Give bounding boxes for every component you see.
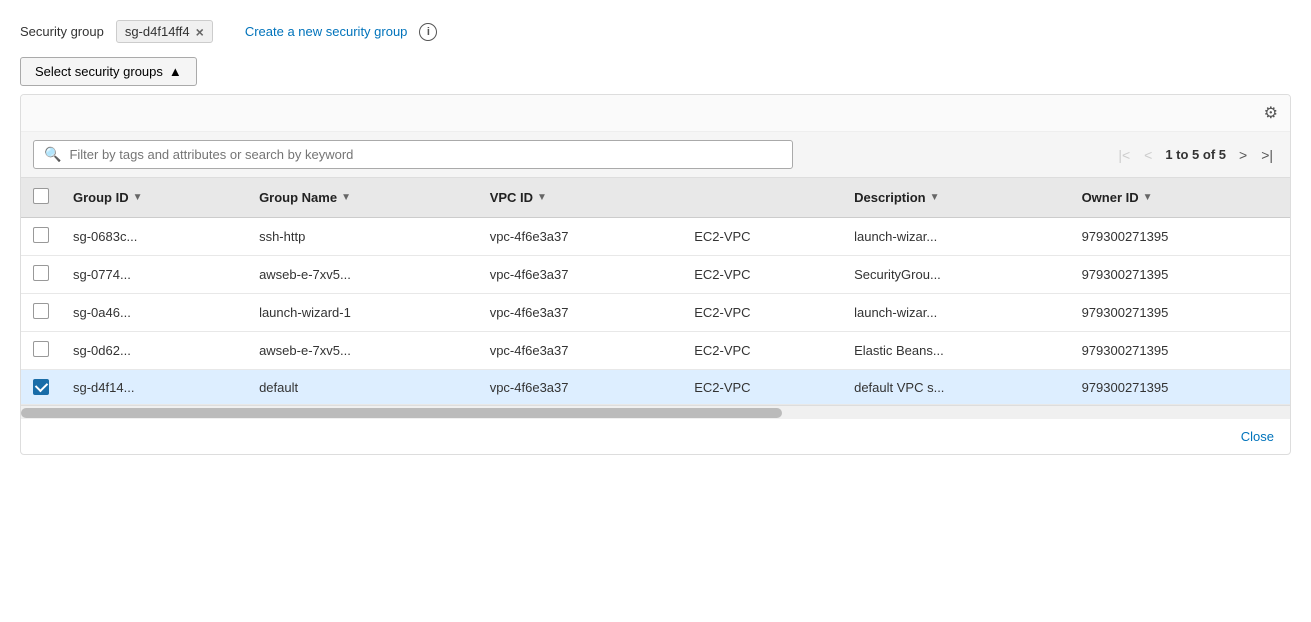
row-checkbox[interactable] (33, 303, 49, 319)
cell-group_id: sg-0d62... (61, 332, 247, 370)
gear-icon[interactable]: ⚙ (1264, 103, 1278, 123)
pagination-last-button[interactable]: >| (1256, 146, 1278, 164)
table-container: Group ID ▼ Group Name ▼ VPC ID ▼ (21, 178, 1290, 405)
select-all-checkbox[interactable] (33, 188, 49, 204)
cell-owner_id: 979300271395 (1070, 294, 1290, 332)
cell-owner_id: 979300271395 (1070, 332, 1290, 370)
col-header-vpc-id[interactable]: VPC ID ▼ (478, 178, 683, 218)
close-button[interactable]: Close (1241, 429, 1274, 444)
sort-vpc-id-icon: ▼ (537, 192, 547, 203)
cell-group_name: default (247, 370, 478, 405)
sort-group-name-icon: ▼ (341, 192, 351, 203)
create-security-group-link[interactable]: Create a new security group (245, 24, 408, 39)
cell-vpc_id: vpc-4f6e3a37 (478, 256, 683, 294)
cell-description: default VPC s... (842, 370, 1069, 405)
cell-vpc_id: vpc-4f6e3a37 (478, 294, 683, 332)
select-button-row: Select security groups ▲ (20, 57, 1291, 86)
col-header-vpc-type (682, 178, 842, 218)
col-header-owner-id[interactable]: Owner ID ▼ (1070, 178, 1290, 218)
cell-description: SecurityGrou... (842, 256, 1069, 294)
security-groups-panel: ⚙ 🔍 |< < 1 to 5 of 5 > >| (20, 94, 1291, 455)
row-checkbox-cell[interactable] (21, 370, 61, 405)
row-checkbox[interactable] (33, 227, 49, 243)
select-btn-label: Select security groups (35, 64, 163, 79)
header-checkbox-cell[interactable] (21, 178, 61, 218)
row-checkbox-cell[interactable] (21, 332, 61, 370)
cell-group_id: sg-d4f14... (61, 370, 247, 405)
col-header-group-id[interactable]: Group ID ▼ (61, 178, 247, 218)
security-group-label: Security group (20, 24, 104, 39)
table-row[interactable]: sg-0683c...ssh-httpvpc-4f6e3a37EC2-VPCla… (21, 218, 1290, 256)
row-checkbox[interactable] (33, 265, 49, 281)
sort-group-id-icon: ▼ (133, 192, 143, 203)
table-row[interactable]: sg-0d62...awseb-e-7xv5...vpc-4f6e3a37EC2… (21, 332, 1290, 370)
pagination-text: 1 to 5 of 5 (1165, 147, 1226, 162)
cell-description: launch-wizar... (842, 294, 1069, 332)
info-icon[interactable]: i (419, 23, 437, 41)
pagination-first-button[interactable]: |< (1113, 146, 1135, 164)
tag-remove-icon[interactable]: × (196, 25, 204, 39)
cell-vpc_type: EC2-VPC (682, 370, 842, 405)
sort-owner-id-icon: ▼ (1143, 192, 1153, 203)
cell-vpc_id: vpc-4f6e3a37 (478, 370, 683, 405)
cell-vpc_type: EC2-VPC (682, 218, 842, 256)
cell-group_name: awseb-e-7xv5... (247, 256, 478, 294)
select-security-groups-button[interactable]: Select security groups ▲ (20, 57, 197, 86)
cell-owner_id: 979300271395 (1070, 370, 1290, 405)
panel-footer: Close (21, 419, 1290, 454)
col-header-group-name[interactable]: Group Name ▼ (247, 178, 478, 218)
table-row[interactable]: sg-0774...awseb-e-7xv5...vpc-4f6e3a37EC2… (21, 256, 1290, 294)
security-groups-table: Group ID ▼ Group Name ▼ VPC ID ▼ (21, 178, 1290, 405)
tag-value: sg-d4f14ff4 (125, 24, 190, 39)
cell-group_id: sg-0774... (61, 256, 247, 294)
row-checkbox-cell[interactable] (21, 294, 61, 332)
cell-group_name: ssh-http (247, 218, 478, 256)
security-group-tag[interactable]: sg-d4f14ff4 × (116, 20, 213, 43)
row-checkbox-cell[interactable] (21, 218, 61, 256)
row-checkbox[interactable] (33, 341, 49, 357)
cell-group_name: awseb-e-7xv5... (247, 332, 478, 370)
row-checkbox-cell[interactable] (21, 256, 61, 294)
cell-group_name: launch-wizard-1 (247, 294, 478, 332)
cell-vpc_type: EC2-VPC (682, 294, 842, 332)
chevron-up-icon: ▲ (169, 64, 182, 79)
search-input[interactable] (69, 147, 782, 162)
search-row: 🔍 |< < 1 to 5 of 5 > >| (21, 132, 1290, 178)
cell-description: Elastic Beans... (842, 332, 1069, 370)
table-row[interactable]: sg-0a46...launch-wizard-1vpc-4f6e3a37EC2… (21, 294, 1290, 332)
table-row[interactable]: sg-d4f14...defaultvpc-4f6e3a37EC2-VPCdef… (21, 370, 1290, 405)
header-row: Security group sg-d4f14ff4 × Create a ne… (20, 20, 1291, 43)
cell-vpc_type: EC2-VPC (682, 332, 842, 370)
cell-vpc_id: vpc-4f6e3a37 (478, 218, 683, 256)
horizontal-scrollbar[interactable] (21, 405, 1290, 419)
pagination-prev-button[interactable]: < (1139, 146, 1157, 164)
search-icon: 🔍 (44, 146, 61, 163)
cell-description: launch-wizar... (842, 218, 1069, 256)
search-box[interactable]: 🔍 (33, 140, 793, 169)
pagination-next-button[interactable]: > (1234, 146, 1252, 164)
cell-group_id: sg-0a46... (61, 294, 247, 332)
col-header-description[interactable]: Description ▼ (842, 178, 1069, 218)
table-header-row: Group ID ▼ Group Name ▼ VPC ID ▼ (21, 178, 1290, 218)
scrollbar-thumb[interactable] (21, 408, 782, 418)
cell-vpc_id: vpc-4f6e3a37 (478, 332, 683, 370)
cell-owner_id: 979300271395 (1070, 256, 1290, 294)
cell-group_id: sg-0683c... (61, 218, 247, 256)
pagination: |< < 1 to 5 of 5 > >| (1113, 146, 1278, 164)
panel-toolbar: ⚙ (21, 95, 1290, 132)
cell-vpc_type: EC2-VPC (682, 256, 842, 294)
row-checkbox[interactable] (33, 379, 49, 395)
cell-owner_id: 979300271395 (1070, 218, 1290, 256)
sort-description-icon: ▼ (930, 192, 940, 203)
